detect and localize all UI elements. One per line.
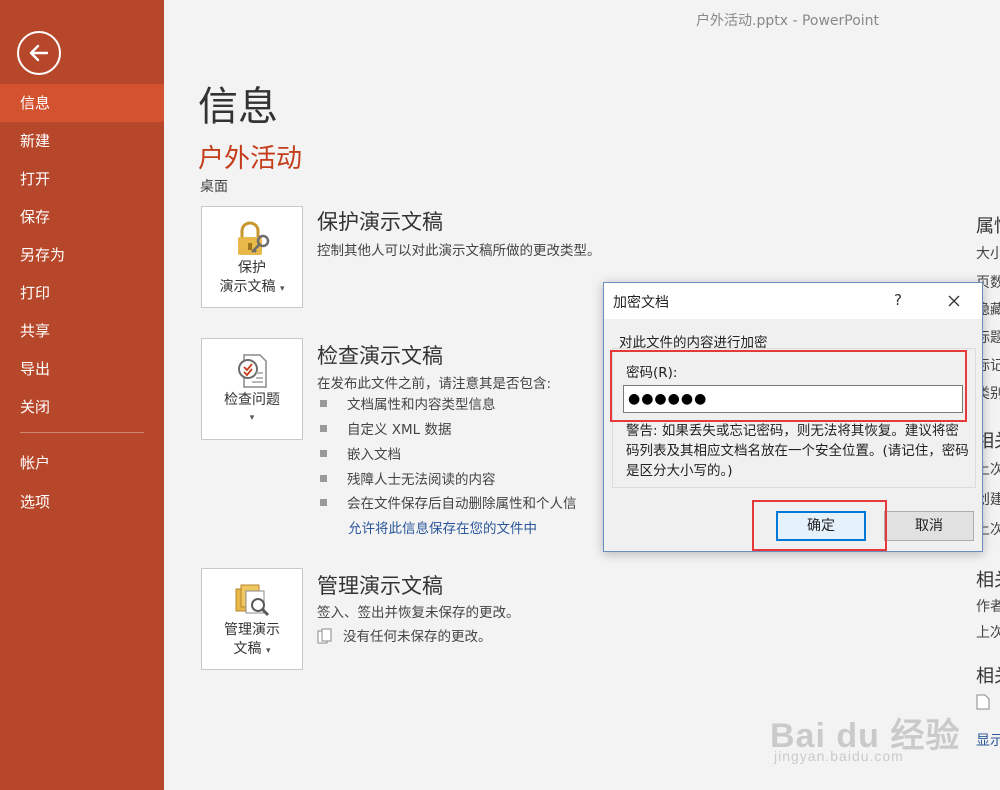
inspect-document-icon xyxy=(238,354,267,388)
allow-save-info-link[interactable]: 允许将此信息保存在您的文件中 xyxy=(348,517,537,537)
sidebar-item-new[interactable]: 新建 xyxy=(0,122,164,160)
back-button[interactable] xyxy=(17,31,61,75)
bullet-square-icon xyxy=(320,450,327,457)
sidebar-item-print[interactable]: 打印 xyxy=(0,274,164,312)
people-row: 上次 xyxy=(976,625,1000,641)
manage-section-title: 管理演示文稿 xyxy=(317,574,443,598)
watermark-url: jingyan.baidu.com xyxy=(774,748,904,764)
window-title: 户外活动.pptx - PowerPoint xyxy=(696,13,880,29)
sidebar-item-options[interactable]: 选项 xyxy=(0,483,164,521)
inspect-tile-caret: ▾ xyxy=(202,407,302,428)
sidebar-item-save-as[interactable]: 另存为 xyxy=(0,236,164,274)
manage-tile-line2: 文稿 ▾ xyxy=(233,641,271,657)
protect-tile-line2: 演示文稿 ▾ xyxy=(219,279,285,295)
dialog-title: 加密文档 xyxy=(613,295,669,311)
inspect-bullet: 文档属性和内容类型信息 xyxy=(320,393,496,413)
bullet-square-icon xyxy=(320,425,327,432)
manage-tile-line1: 管理演示 xyxy=(224,622,280,638)
protect-presentation-button[interactable]: 保护 演示文稿 ▾ xyxy=(201,206,303,308)
close-button[interactable] xyxy=(942,289,966,313)
password-warning: 警告: 如果丢失或忘记密码，则无法将其恢复。建议将密码列表及其相应文档名放在一个… xyxy=(626,423,969,479)
back-arrow-icon xyxy=(29,44,49,62)
sidebar-divider xyxy=(20,432,144,433)
protect-tile-line1: 保护 xyxy=(238,260,266,276)
cancel-button[interactable]: 取消 xyxy=(884,511,974,541)
backstage-sidebar: 信息 新建 打开 保存 另存为 打印 共享 导出 关闭 帐户 选项 xyxy=(0,0,164,790)
document-location: 桌面 xyxy=(200,179,228,195)
sidebar-item-close[interactable]: 关闭 xyxy=(0,388,164,426)
dropdown-caret-icon: ▾ xyxy=(279,284,285,294)
manage-versions-icon xyxy=(235,584,270,617)
properties-heading: 属性 xyxy=(976,216,1000,237)
document-stack-icon xyxy=(317,628,332,644)
baidu-jingyan-watermark: Bai du 经验 jingyan.baidu.com xyxy=(770,700,990,790)
sidebar-item-share[interactable]: 共享 xyxy=(0,312,164,350)
document-title: 户外活动 xyxy=(198,144,303,174)
inspect-bullet: 残障人士无法阅读的内容 xyxy=(320,468,496,488)
page-title: 信息 xyxy=(198,84,278,130)
dropdown-caret-icon: ▾ xyxy=(265,646,271,656)
manage-section-desc: 签入、签出并恢复未保存的更改。 xyxy=(317,605,520,621)
related-documents-heading: 相关 xyxy=(976,666,1000,687)
sidebar-item-account[interactable]: 帐户 xyxy=(0,444,164,482)
people-row: 作者 xyxy=(976,599,1000,615)
protect-section-desc: 控制其他人可以对此演示文稿所做的更改类型。 xyxy=(317,243,601,259)
inspect-bullet: 嵌入文档 xyxy=(320,443,401,463)
help-button[interactable]: ? xyxy=(894,291,902,309)
close-icon xyxy=(948,295,960,307)
check-for-issues-button[interactable]: 检查问题 ▾ xyxy=(201,338,303,440)
password-highlight-box xyxy=(610,350,967,422)
sidebar-item-save[interactable]: 保存 xyxy=(0,198,164,236)
dialog-titlebar[interactable]: 加密文档 ? xyxy=(604,283,982,319)
manage-section-note: 没有任何未保存的更改。 xyxy=(317,625,492,645)
sidebar-item-open[interactable]: 打开 xyxy=(0,160,164,198)
lock-key-icon xyxy=(238,221,270,255)
inspect-bullet: 自定义 XML 数据 xyxy=(320,418,452,438)
property-row: 大小 xyxy=(976,246,1000,262)
bullet-square-icon xyxy=(320,475,327,482)
manage-presentation-button[interactable]: 管理演示 文稿 ▾ xyxy=(201,568,303,670)
bullet-square-icon xyxy=(320,400,327,407)
bullet-square-icon xyxy=(320,499,327,506)
sidebar-item-info[interactable]: 信息 xyxy=(0,84,164,122)
ok-highlight-box xyxy=(752,500,887,551)
dropdown-caret-icon: ▾ xyxy=(249,413,255,423)
protect-section-title: 保护演示文稿 xyxy=(317,210,443,234)
inspect-section-title: 检查演示文稿 xyxy=(317,344,443,368)
inspect-bullet: 会在文件保存后自动删除属性和个人信 xyxy=(320,492,577,512)
related-people-heading: 相关 xyxy=(976,570,1000,591)
sidebar-item-export[interactable]: 导出 xyxy=(0,350,164,388)
inspect-section-desc: 在发布此文件之前，请注意其是否包含: xyxy=(317,376,552,392)
